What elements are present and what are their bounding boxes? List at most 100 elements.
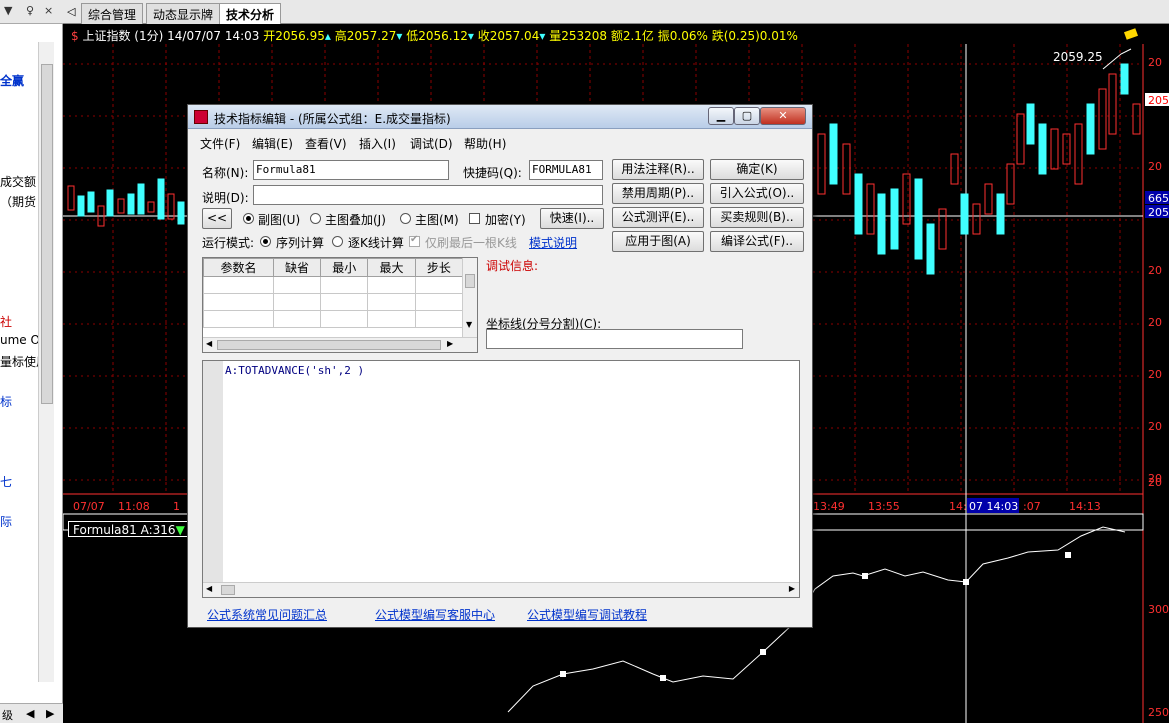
radio-mainchart[interactable] — [400, 213, 411, 224]
scroll-right-icon[interactable]: ▶ — [447, 339, 453, 348]
dialog-menu-bar: 文件(F) 编辑(E) 查看(V) 插入(I) 调试(D) 帮助(H) — [188, 131, 812, 153]
tab-dynamic-board[interactable]: 动态显示牌 — [146, 3, 221, 24]
tab-scroll-left-icon[interactable]: ◁ — [67, 5, 75, 18]
import-formula-button[interactable]: 引入公式(O).. — [710, 183, 804, 204]
candlestick — [960, 193, 969, 235]
index-symbol: $ — [71, 29, 79, 43]
close-icon[interactable]: × — [44, 4, 53, 17]
tab-comprehensive[interactable]: 综合管理 — [81, 3, 144, 24]
coord-lines-input[interactable] — [486, 329, 743, 349]
encrypt-checkbox[interactable] — [469, 213, 480, 224]
list-item[interactable]: （期货 — [0, 193, 38, 210]
param-hscrollbar[interactable]: ◀ ▶ — [203, 337, 477, 352]
scroll-left-icon[interactable]: ◀ — [206, 339, 212, 348]
candlestick — [926, 223, 935, 275]
radio-overlay[interactable] — [310, 213, 321, 224]
debug-info-label: 调试信息: — [486, 259, 539, 273]
editor-hscrollbar[interactable]: ◀ ▶ — [203, 582, 799, 597]
candlestick — [177, 201, 185, 225]
indicator-axis-label: 300 — [1148, 603, 1169, 616]
menu-edit[interactable]: 编辑(E) — [252, 135, 293, 152]
refresh-last-checkbox[interactable] — [409, 234, 420, 247]
list-item[interactable]: 社 — [0, 313, 38, 330]
minimize-button[interactable]: ▁ — [708, 107, 734, 125]
time-label: :07 — [1023, 500, 1041, 513]
list-item[interactable]: 全赢 — [0, 72, 38, 89]
scrollbar-thumb[interactable] — [41, 64, 53, 404]
menu-insert[interactable]: 插入(I) — [359, 135, 396, 152]
dropdown-icon[interactable]: ▼ — [4, 4, 12, 17]
dialog-title-bar[interactable]: 技术指标编辑 - (所属公式组：E.成交量指标) ▁ ▢ ✕ — [188, 105, 812, 129]
radio-per-kline[interactable] — [332, 236, 343, 247]
collapse-button[interactable]: << — [202, 208, 232, 229]
radio-per-kline-label: 逐K线计算 — [348, 236, 404, 250]
list-item[interactable]: 量标使用 — [0, 353, 38, 370]
candlestick — [147, 201, 155, 213]
candlestick — [1098, 88, 1107, 150]
param-header-min: 最小 — [320, 258, 369, 277]
tutorial-link[interactable]: 公式模型编写调试教程 — [527, 606, 647, 623]
list-item[interactable]: 际 — [0, 513, 38, 530]
indicator-editor-dialog: 技术指标编辑 - (所属公式组：E.成交量指标) ▁ ▢ ✕ 文件(F) 编辑(… — [187, 104, 813, 628]
name-input[interactable]: Formula81 — [253, 160, 449, 180]
scroll-right-icon[interactable]: ▶ — [789, 584, 795, 593]
candlestick — [972, 203, 981, 235]
compile-formula-button[interactable]: 编译公式(F).. — [710, 231, 804, 252]
candlestick — [157, 178, 165, 220]
menu-help[interactable]: 帮助(H) — [464, 135, 506, 152]
param-header-default: 缺省 — [272, 258, 322, 277]
apply-to-chart-button[interactable]: 应用于图(A) — [612, 231, 704, 252]
indicator-marker — [660, 675, 666, 681]
scroll-left-icon[interactable]: ◀ — [206, 584, 212, 593]
left-panel-toolbar: ▼ ♀ × — [0, 0, 63, 24]
support-center-link[interactable]: 公式模型编写客服中心 — [375, 606, 495, 623]
time-label: 07 14:03 — [969, 500, 1018, 513]
scroll-left-icon[interactable]: ◀ — [26, 707, 34, 720]
mode-help-link[interactable]: 模式说明 — [529, 234, 577, 251]
trade-rule-button[interactable]: 买卖规则(B).. — [710, 207, 804, 228]
radio-subchart[interactable] — [243, 213, 254, 224]
table-row[interactable] — [203, 310, 464, 328]
scroll-down-icon[interactable]: ▼ — [466, 320, 472, 329]
menu-file[interactable]: 文件(F) — [200, 135, 240, 152]
forbid-period-button[interactable]: 禁用周期(P).. — [612, 183, 704, 204]
price-label: 205 — [1148, 206, 1169, 219]
candlestick — [77, 195, 85, 217]
list-item[interactable]: 七 — [0, 473, 38, 490]
list-item[interactable]: 成交额 — [0, 173, 38, 190]
candlestick — [829, 123, 838, 185]
price-label: 20 — [1148, 420, 1162, 433]
description-input[interactable] — [253, 185, 603, 205]
parameter-table[interactable]: 参数名 缺省 最小 最大 步长 ▼ ◀ ▶ — [202, 257, 478, 353]
faq-link[interactable]: 公式系统常见问题汇总 — [207, 606, 327, 623]
close-button[interactable]: ✕ — [760, 107, 806, 125]
radio-sequence[interactable] — [260, 236, 271, 247]
formula-test-button[interactable]: 公式测评(E).. — [612, 207, 704, 228]
menu-view[interactable]: 查看(V) — [305, 135, 347, 152]
candlestick — [938, 208, 947, 250]
formula-code[interactable]: A:TOTADVANCE('sh',2 ) — [225, 364, 364, 377]
tab-technical-analysis[interactable]: 技术分析 — [219, 3, 282, 24]
time-label: 14:13 — [1069, 500, 1101, 513]
formula-code-editor[interactable]: A:TOTADVANCE('sh',2 ) ◀ ▶ — [202, 360, 800, 598]
maximize-button[interactable]: ▢ — [734, 107, 760, 125]
scroll-right-icon[interactable]: ▶ — [46, 707, 54, 720]
list-item[interactable]: ume Os — [0, 333, 38, 347]
pin-icon[interactable]: ♀ — [26, 4, 34, 17]
time-label: 13:55 — [868, 500, 900, 513]
fast-button[interactable]: 快速(I).. — [540, 208, 604, 229]
table-row[interactable] — [203, 276, 464, 294]
price-label: 20 — [1148, 56, 1162, 69]
candlestick — [1006, 163, 1015, 205]
confirm-button[interactable]: 确定(K) — [710, 159, 804, 180]
list-item[interactable]: 标 — [0, 393, 38, 410]
left-panel-scrollbar[interactable] — [38, 42, 54, 682]
table-row[interactable] — [203, 293, 464, 311]
quote-info-line: $ 上证指数 (1分) 14/07/07 14:03 开2056.95▴ 高20… — [71, 29, 798, 43]
usage-notes-button[interactable]: 用法注释(R).. — [612, 159, 704, 180]
name-label: 名称(N): — [202, 166, 249, 180]
candlestick — [1074, 123, 1083, 185]
param-vscrollbar[interactable]: ▼ — [462, 258, 477, 338]
menu-debug[interactable]: 调试(D) — [410, 135, 453, 152]
shortcut-input[interactable]: FORMULA81 — [529, 160, 603, 180]
